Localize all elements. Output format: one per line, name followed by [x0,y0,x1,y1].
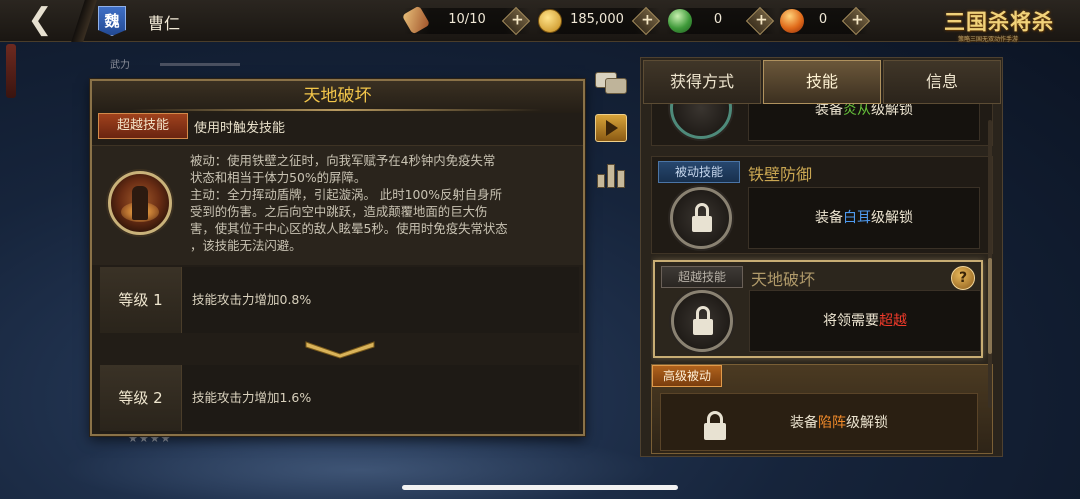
add-ingot-button[interactable]: + [841,6,871,36]
stamina-value: 10/10 [448,12,486,27]
description-line: 受到的伤害。之后向空中跳跃，造成颠覆地面的巨大伤 [190,204,488,219]
add-stamina-button[interactable]: + [501,6,531,36]
back-button[interactable]: ❮ [22,4,58,38]
stamina-resource: 10/10 + [401,5,531,36]
level-label: 等级 2 [100,365,182,431]
lock-icon [670,187,732,249]
chat-icon[interactable] [593,68,629,98]
jade-resource: 0 + [666,6,776,36]
unlock-requirement: 装备炎从级解锁 [748,104,980,141]
level-label: 等级 1 [100,267,182,333]
tab-info[interactable]: 信息 [883,60,1001,104]
description-line: ，该技能无法闪避。 [190,238,302,253]
unlock-requirement: 将领需要超越 [749,290,981,352]
skill-detail-panel: 天地破坏 超越技能 使用时触发技能 被动：使用铁壁之征时，向我军赋予在4秒钟内免… [90,79,585,436]
tab-skills[interactable]: 技能 [763,60,881,104]
title-divider [132,109,542,111]
gold-value: 185,000 [570,12,624,27]
skill-tag: 高级被动 [652,365,722,387]
gold-coin-icon [538,9,562,33]
skill-card-transcend[interactable]: 超越技能 天地破坏 ? 将领需要超越 [653,260,983,358]
top-bar: ❮ 魏 曹仁 10/10 + 185,000 + 0 + 0 + 三国杀将杀 策… [0,0,1080,43]
divider [71,0,97,42]
background-stat: 武力 [110,56,250,76]
skill-list[interactable]: 装备炎从级解锁 被动技能 铁壁防御 装备白耳级解锁 超越技能 天地破坏 ? 将领… [651,104,993,454]
skill-description: 被动：使用铁壁之征时，向我军赋予在4秒钟内免疫失常 状态和相当于体力50%的屏障… [190,152,580,254]
unlock-requirement: 装备白耳级解锁 [748,187,980,249]
skill-tag: 超越技能 [661,266,743,288]
ingot-resource: 0 + [778,6,871,36]
skill-card[interactable]: 装备炎从级解锁 [651,104,993,146]
logo-title: 三国杀将杀 [944,9,1054,34]
play-video-icon[interactable] [593,112,629,142]
description-line: 主动：全力挥动盾牌，引起漩涡。 此时100%反射自身所 [190,187,502,202]
skill-name: 天地破坏 [751,270,816,289]
help-button[interactable]: ? [951,266,975,290]
game-logo: 三国杀将杀 策略三国无双动作手游 [944,6,1072,43]
description-line: 害，使其位于中心区的敌人眩晕5秒。使用时免疫失常状态 [190,221,508,236]
skill-description-area: 被动：使用铁壁之征时，向我军赋予在4秒钟内免疫失常 状态和相当于体力50%的屏障… [92,145,583,265]
level-row: 等级 1 技能攻击力增加0.8% [100,267,579,333]
description-line: 状态和相当于体力50%的屏障。 [190,170,367,185]
description-line: 被动：使用铁壁之征时，向我军赋予在4秒钟内免疫失常 [190,153,496,168]
level-effect: 技能攻击力增加0.8% [192,292,312,307]
chevron-down-icon[interactable] [304,339,376,359]
skill-type-tag: 超越技能 [98,113,188,139]
ingot-orb-icon [780,9,804,33]
home-indicator[interactable] [402,485,678,490]
skill-card-advanced[interactable]: 高级被动 装备陷阵级解锁 [651,364,993,454]
lantern-decoration [6,44,16,98]
stat-label: 武力 [110,60,130,71]
ranking-icon[interactable] [593,156,629,190]
jade-value: 0 [713,12,723,27]
trigger-text: 使用时触发技能 [194,121,286,136]
level-effect: 技能攻击力增加1.6% [192,390,312,405]
skill-name: 铁壁防御 [748,165,813,184]
skills-panel: 获得方式 技能 信息 装备炎从级解锁 被动技能 铁壁防御 装备白耳级解锁 超越技… [640,57,1003,457]
skill-card-passive[interactable]: 被动技能 铁壁防御 装备白耳级解锁 [651,156,993,254]
ingot-value: 0 [818,12,828,27]
lock-icon [704,411,728,441]
tab-acquire[interactable]: 获得方式 [643,60,761,104]
skill-icon [670,104,732,139]
logo-subtitle: 策略三国无双动作手游 [958,36,1019,43]
skill-icon [108,171,172,235]
gold-resource: 185,000 + [536,6,661,36]
scrollbar-thumb[interactable] [988,258,992,354]
lock-icon [671,290,733,352]
jade-orb-icon [668,9,692,33]
add-jade-button[interactable]: + [745,6,775,36]
scroll-icon [401,5,431,35]
tab-bar: 获得方式 技能 信息 [641,58,1004,104]
skill-tag: 被动技能 [658,161,740,183]
general-name: 曹仁 [148,14,181,33]
add-gold-button[interactable]: + [631,6,661,36]
stat-bar [160,63,240,66]
faction-badge: 魏 [98,6,126,36]
level-row: 等级 2 技能攻击力增加1.6% [100,365,579,431]
